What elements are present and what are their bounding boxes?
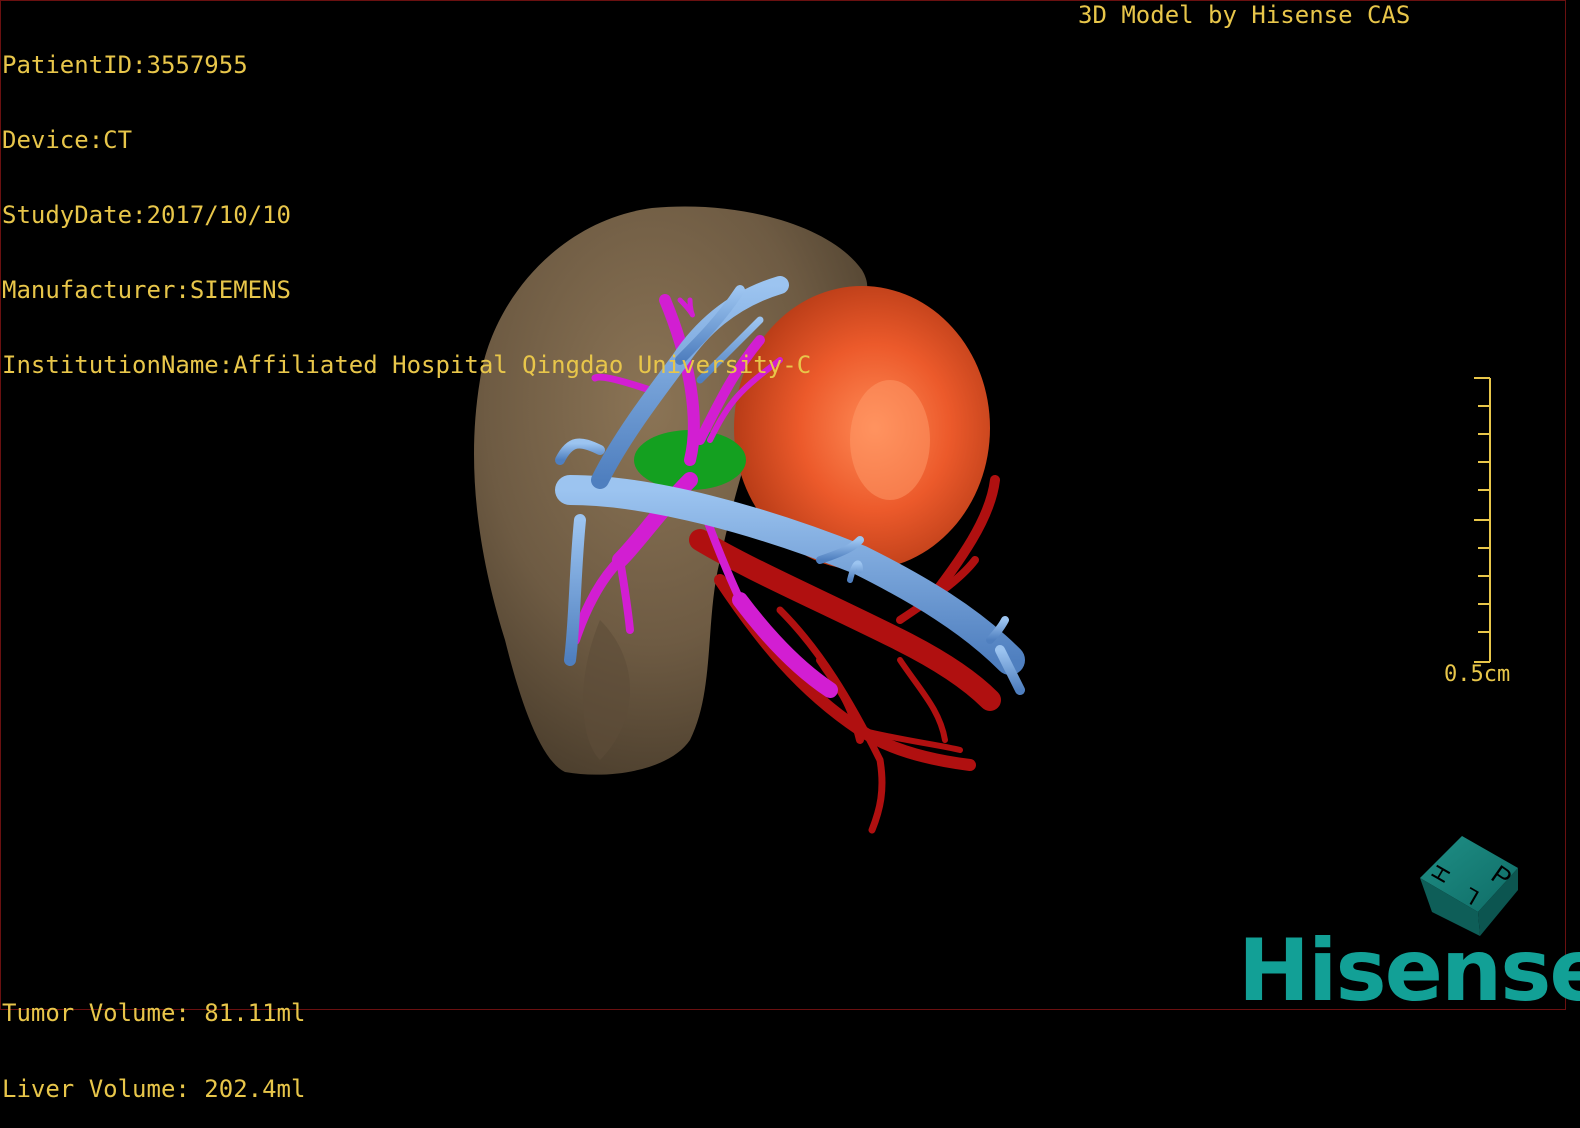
tumor-highlight (850, 380, 930, 500)
device: Device:CT (2, 126, 133, 154)
liver-volume: Liver Volume: 202.4ml (2, 1075, 306, 1103)
study-date: StudyDate:2017/10/10 (2, 201, 291, 229)
scale-bar (1474, 377, 1491, 663)
model-credit: 3D Model by Hisense CAS (1078, 1, 1411, 29)
hisense-logo: Hisense (1238, 921, 1580, 1021)
tumor-volume: Tumor Volume: 81.11ml (2, 999, 306, 1027)
volume-stats: Tumor Volume: 81.11ml Liver Volume: 202.… (2, 951, 305, 1128)
institution-name: InstitutionName:Affiliated Hospital Qing… (2, 351, 812, 379)
patient-info-overlay: PatientID:3557955 Device:CT StudyDate:20… (2, 3, 811, 403)
scale-bar-label: 0.5cm (1444, 662, 1511, 687)
manufacturer: Manufacturer:SIEMENS (2, 276, 291, 304)
patient-id: PatientID:3557955 (2, 51, 248, 79)
